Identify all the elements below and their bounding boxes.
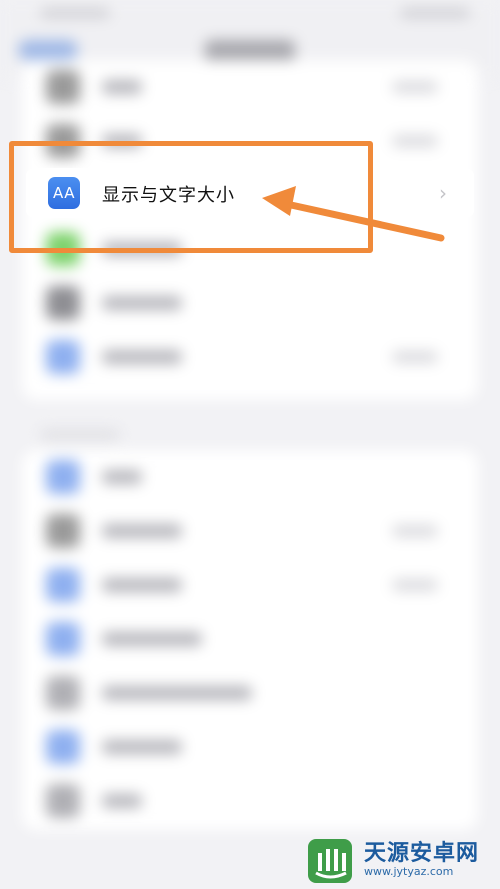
watermark: 天源安卓网 www.jytyaz.com: [300, 835, 500, 885]
watermark-url: www.jytyaz.com: [364, 865, 454, 878]
android-logo-icon: [308, 839, 352, 883]
watermark-title: 天源安卓网: [364, 841, 480, 866]
pointer-arrow-icon: [262, 186, 445, 242]
